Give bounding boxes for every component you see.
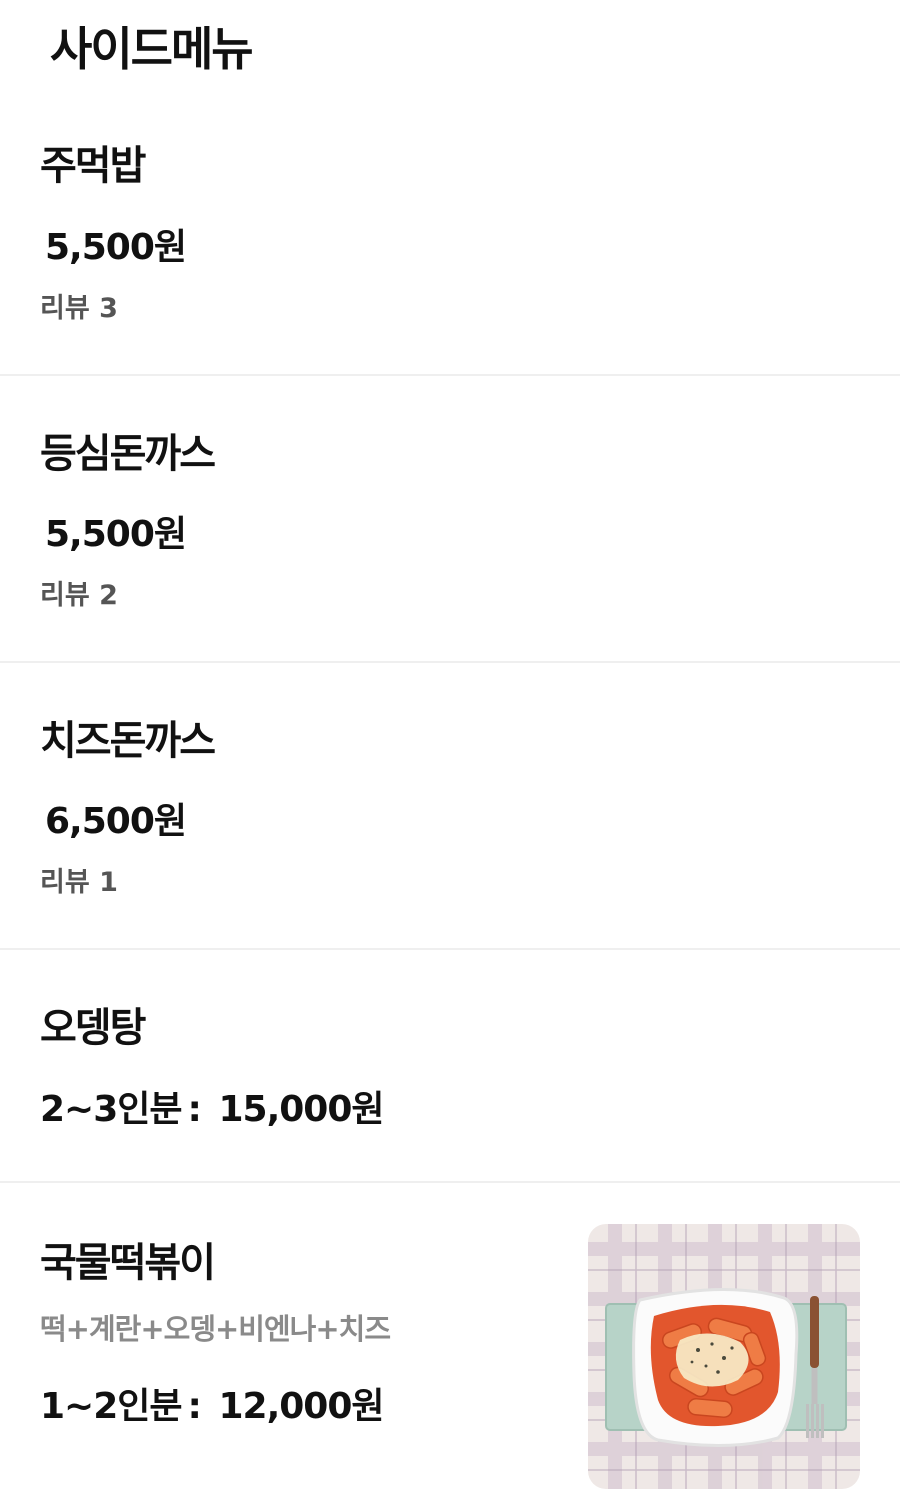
section-title: 사이드메뉴 (50, 22, 254, 76)
menu-item-name: 오뎅탕 (40, 1005, 146, 1051)
price-separator: : (187, 1089, 202, 1130)
menu-item-name: 주먹밥 (40, 143, 146, 189)
menu-item-name: 등심돈까스 (40, 431, 216, 477)
menu-item-serving-price: 2~3인분: 15,000원 (40, 1088, 385, 1131)
menu-item-deungsim-donkatsu[interactable]: 등심돈까스 5,500원 리뷰 2 (0, 376, 900, 663)
menu-item-name: 치즈돈까스 (40, 718, 216, 764)
menu-item-price: 5,500원 (45, 227, 187, 268)
menu-item-odengtang[interactable]: 오뎅탕 2~3인분: 15,000원 (0, 950, 900, 1183)
tteokbokki-photo-icon[interactable] (588, 1224, 860, 1489)
menu-item-reviews[interactable]: 리뷰 1 (40, 867, 118, 899)
menu-item-reviews[interactable]: 리뷰 3 (40, 293, 118, 325)
serving-size: 1~2인분 (40, 1386, 183, 1427)
menu-item-name: 국물떡볶이 (40, 1240, 216, 1286)
menu-item-cheese-donkatsu[interactable]: 치즈돈까스 6,500원 리뷰 1 (0, 663, 900, 950)
serving-size: 2~3인분 (40, 1089, 183, 1130)
menu-item-description: 떡+계란+오뎅+비엔나+치즈 (40, 1312, 391, 1346)
menu-item-reviews[interactable]: 리뷰 2 (40, 580, 118, 612)
menu-item-price: 12,000원 (218, 1386, 384, 1427)
menu-item-price: 6,500원 (45, 801, 187, 842)
menu-item-serving-price: 1~2인분: 12,000원 (40, 1385, 385, 1428)
menu-item-price: 15,000원 (218, 1089, 384, 1130)
price-separator: : (187, 1386, 202, 1427)
menu-item-jumeokbap[interactable]: 주먹밥 5,500원 리뷰 3 (0, 96, 900, 376)
menu-item-price: 5,500원 (45, 514, 187, 555)
